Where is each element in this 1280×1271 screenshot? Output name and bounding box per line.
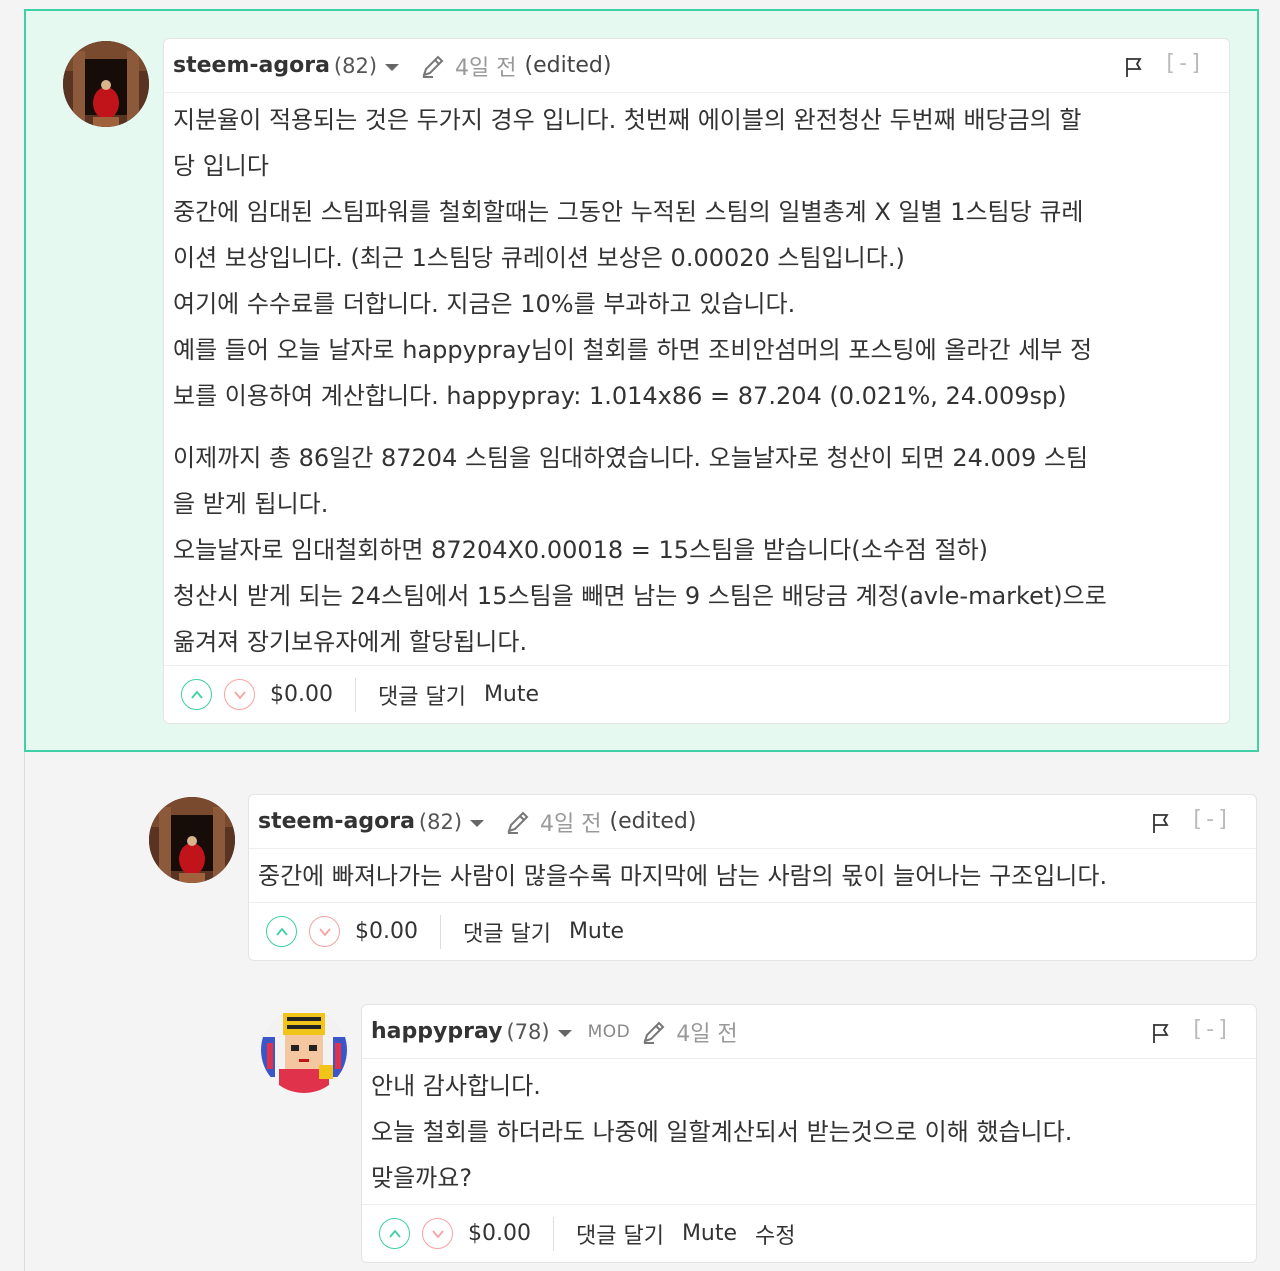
comment-card: steem-agora (82) 4일 전 (edited) [-] 지분율이 … bbox=[163, 38, 1230, 724]
upvote-button[interactable] bbox=[266, 916, 297, 947]
upvote-button[interactable] bbox=[379, 1218, 410, 1249]
comment-body: 중간에 빠져나가는 사람이 많을수록 마지막에 남는 사람의 몫이 늘어나는 구… bbox=[249, 849, 1256, 909]
comment-text-line: 지분율이 적용되는 것은 두가지 경우 입니다. 첫번째 에이블의 완전청산 두… bbox=[173, 106, 1082, 134]
chevron-down-circle-icon bbox=[233, 690, 246, 699]
payout-value[interactable]: $0.00 bbox=[270, 677, 356, 712]
mod-badge: MOD bbox=[587, 1021, 631, 1042]
author-name[interactable]: happypray bbox=[371, 1019, 502, 1044]
downvote-button[interactable] bbox=[422, 1218, 453, 1249]
author-reputation: (82) bbox=[333, 53, 378, 78]
comment-timestamp[interactable]: 4일 전 bbox=[676, 1016, 737, 1048]
pencil-icon bbox=[504, 808, 532, 836]
comment-body: 안내 감사합니다. 오늘 철회를 하더라도 나중에 일할계산되서 받는것으로 이… bbox=[362, 1059, 1256, 1211]
comment-text-line: 오늘 철회를 하더라도 나중에 일할계산되서 받는것으로 이해 했습니다. bbox=[371, 1118, 1073, 1146]
chevron-down-circle-icon bbox=[431, 1229, 444, 1238]
comment-thread: steem-agora (82) 4일 전 (edited) [-] 지분율이 … bbox=[0, 0, 1280, 1271]
collapse-toggle[interactable]: [-] bbox=[1190, 1017, 1230, 1042]
collapse-toggle[interactable]: [-] bbox=[1163, 51, 1203, 76]
author-reputation: (78) bbox=[506, 1019, 550, 1044]
chevron-down-icon[interactable] bbox=[470, 820, 485, 827]
comment-text-line: 을 받게 됩니다. bbox=[173, 490, 329, 518]
thread-indent-line bbox=[24, 752, 25, 1271]
flag-icon[interactable] bbox=[1150, 812, 1172, 834]
avatar-image bbox=[261, 1007, 347, 1093]
pencil-icon bbox=[419, 52, 447, 80]
avatar-image bbox=[63, 41, 149, 127]
payout-value[interactable]: $0.00 bbox=[468, 1216, 554, 1251]
comment-footer: $0.00 댓글 달기 Mute bbox=[249, 902, 1256, 960]
comment-card: steem-agora (82) 4일 전 (edited) [-] 중간에 빠… bbox=[248, 794, 1257, 961]
chevron-down-icon[interactable] bbox=[385, 64, 400, 71]
comment-timestamp[interactable]: 4일 전 bbox=[540, 806, 601, 838]
mute-link[interactable]: Mute bbox=[484, 682, 539, 707]
comment-text-line: 청산시 받게 되는 24스팀에서 15스팀을 빼면 남는 9 스팀은 배당금 계… bbox=[173, 582, 1107, 610]
downvote-button[interactable] bbox=[309, 916, 340, 947]
comment-header: happypray (78) MOD 4일 전 [-] bbox=[362, 1005, 1256, 1059]
avatar-image bbox=[149, 797, 235, 883]
pencil-icon bbox=[640, 1018, 668, 1046]
comment-header: steem-agora (82) 4일 전 (edited) [-] bbox=[249, 795, 1256, 849]
chevron-down-icon[interactable] bbox=[557, 1030, 572, 1037]
comment-text-line: 당 입니다 bbox=[173, 152, 269, 180]
mute-link[interactable]: Mute bbox=[569, 919, 624, 944]
upvote-button[interactable] bbox=[181, 679, 212, 710]
comment-text-line: 중간에 빠져나가는 사람이 많을수록 마지막에 남는 사람의 몫이 늘어나는 구… bbox=[258, 862, 1108, 890]
mute-link[interactable]: Mute bbox=[682, 1221, 737, 1246]
comment-footer: $0.00 댓글 달기 Mute bbox=[164, 665, 1229, 723]
comment-text-line: 이제까지 총 86일간 87204 스팀을 임대하였습니다. 오늘날자로 청산이… bbox=[173, 444, 1089, 472]
comment-text-line: 안내 감사합니다. bbox=[371, 1072, 541, 1100]
comment-text-line: 맞을까요? bbox=[371, 1164, 473, 1192]
comment-header: steem-agora (82) 4일 전 (edited) [-] bbox=[164, 39, 1229, 93]
edited-label: (edited) bbox=[609, 809, 697, 834]
comment-card: happypray (78) MOD 4일 전 [-] 안내 감사합니다. 오늘… bbox=[361, 1004, 1257, 1263]
comment-text-line: 여기에 수수료를 더합니다. 지금은 10%를 부과하고 있습니다. bbox=[173, 290, 796, 318]
comment-text-line: 중간에 임대된 스팀파워를 철회할때는 그동안 누적된 스팀의 일별총계 X 일… bbox=[173, 198, 1084, 226]
chevron-up-circle-icon bbox=[388, 1229, 401, 1238]
author-reputation: (82) bbox=[418, 809, 463, 834]
comment-text-line: 예를 들어 오늘 날자로 happypray님이 철회를 하면 조비안섬머의 포… bbox=[173, 336, 1093, 364]
comment-text-line: 이션 보상입니다. (최근 1스팀당 큐레이션 보상은 0.00020 스팀입니… bbox=[173, 244, 905, 272]
chevron-up-circle-icon bbox=[275, 927, 288, 936]
comment-text-line: 보를 이용하여 계산합니다. happypray: 1.014x86 = 87.… bbox=[173, 382, 1067, 410]
collapse-toggle[interactable]: [-] bbox=[1190, 807, 1230, 832]
avatar[interactable] bbox=[261, 1007, 347, 1093]
author-name[interactable]: steem-agora bbox=[173, 53, 330, 78]
reply-link[interactable]: 댓글 달기 bbox=[463, 916, 551, 948]
comment-body: 지분율이 적용되는 것은 두가지 경우 입니다. 첫번째 에이블의 완전청산 두… bbox=[164, 93, 1229, 675]
edit-link[interactable]: 수정 bbox=[755, 1218, 795, 1250]
reply-link[interactable]: 댓글 달기 bbox=[576, 1218, 664, 1250]
reply-link[interactable]: 댓글 달기 bbox=[378, 679, 466, 711]
avatar[interactable] bbox=[63, 41, 149, 127]
comment-text-line: 오늘날자로 임대철회하면 87204X0.00018 = 15스팀을 받습니다(… bbox=[173, 536, 989, 564]
avatar[interactable] bbox=[149, 797, 235, 883]
comment-footer: $0.00 댓글 달기 Mute 수정 bbox=[362, 1204, 1256, 1262]
author-name[interactable]: steem-agora bbox=[258, 809, 415, 834]
comment-text-line: 옮겨져 장기보유자에게 할당됩니다. bbox=[173, 628, 528, 656]
flag-icon[interactable] bbox=[1150, 1022, 1172, 1044]
chevron-up-circle-icon bbox=[190, 690, 203, 699]
payout-value[interactable]: $0.00 bbox=[355, 914, 441, 949]
edited-label: (edited) bbox=[524, 53, 612, 78]
flag-icon[interactable] bbox=[1123, 56, 1145, 78]
chevron-down-circle-icon bbox=[318, 927, 331, 936]
downvote-button[interactable] bbox=[224, 679, 255, 710]
comment-timestamp[interactable]: 4일 전 bbox=[455, 50, 516, 82]
